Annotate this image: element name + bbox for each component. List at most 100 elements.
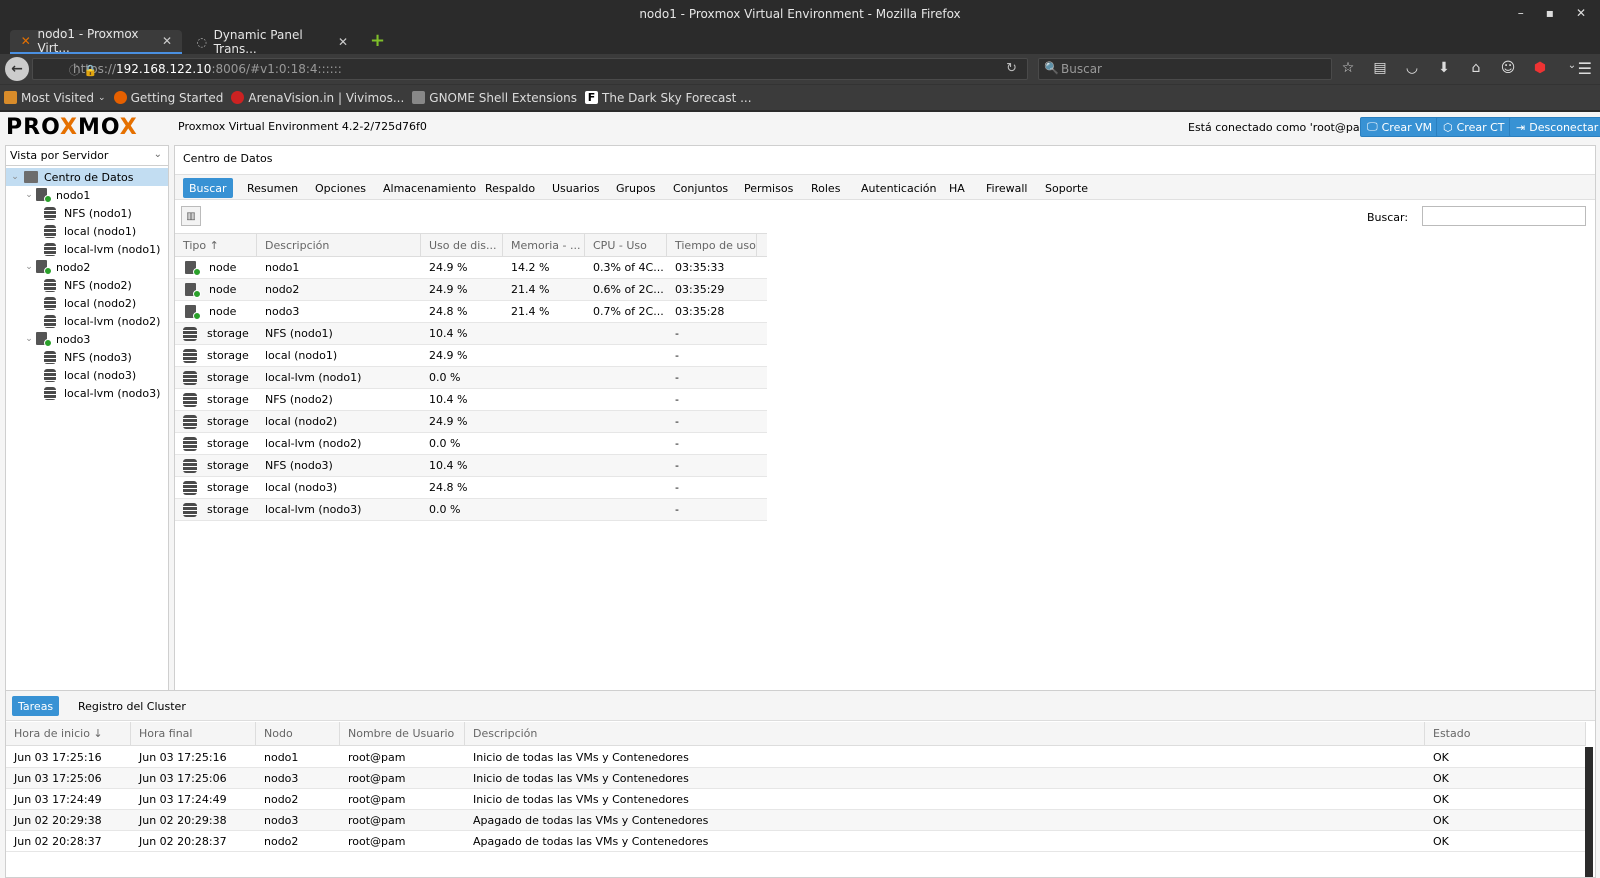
task-row[interactable]: Jun 03 17:25:06 Jun 03 17:25:06 nodo3 root@… (6, 768, 1586, 789)
bookmark-gnome-extensions[interactable]: GNOME Shell Extensions (412, 91, 577, 105)
download-icon[interactable]: ⬇ (1436, 60, 1452, 76)
column-header-disk[interactable]: Uso de dis... (421, 234, 503, 256)
table-row[interactable]: storage NFS (nodo2) 10.4 % - (175, 389, 767, 411)
table-row[interactable]: node nodo3 24.8 % 21.4 % 0.7% of 2C... 03:35:… (175, 301, 767, 323)
tab-2[interactable]: Opciones (309, 178, 372, 198)
tab-6[interactable]: Grupos (610, 178, 661, 198)
column-header-uptime[interactable]: Tiempo de uso (667, 234, 757, 256)
bookmark-getting-started[interactable]: Getting Started (113, 91, 223, 105)
tree-item-node[interactable]: ⌄ nodo3 (6, 330, 168, 348)
reading-list-icon[interactable]: ▤ (1372, 60, 1388, 76)
expand-toggle-icon[interactable]: ⌄ (24, 262, 34, 272)
close-tab-icon[interactable]: ✕ (162, 34, 172, 48)
column-header-description[interactable]: Descripción (257, 234, 421, 256)
create-vm-button[interactable]: 🖵 Crear VM (1360, 117, 1440, 137)
table-row[interactable]: node nodo2 24.9 % 21.4 % 0.6% of 2C... 03:35:… (175, 279, 767, 301)
tree-item-node[interactable]: ⌄ nodo2 (6, 258, 168, 276)
tree-item-storage[interactable]: NFS (nodo3) (6, 348, 168, 366)
table-row[interactable]: storage local (nodo3) 24.8 % - (175, 477, 767, 499)
task-row[interactable]: Jun 02 20:28:37 Jun 02 20:28:37 nodo2 root@… (6, 831, 1586, 852)
tab-0[interactable]: Buscar (183, 178, 233, 198)
tab-11[interactable]: HA (943, 178, 971, 198)
expand-toggle-icon[interactable]: ⌄ (10, 172, 20, 182)
darksky-icon: F (585, 91, 599, 104)
maximize-icon[interactable]: ▪ (1546, 6, 1554, 20)
task-row[interactable]: Jun 03 17:25:16 Jun 03 17:25:16 nodo1 root@… (6, 747, 1586, 768)
minimize-icon[interactable]: – (1518, 6, 1524, 20)
tree-item-storage[interactable]: local (nodo2) (6, 294, 168, 312)
expand-toggle-icon[interactable]: ⌄ (24, 334, 34, 344)
tree-item-storage[interactable]: NFS (nodo2) (6, 276, 168, 294)
home-icon[interactable]: ⌂ (1468, 60, 1484, 76)
column-header-user[interactable]: Nombre de Usuario (340, 722, 465, 745)
column-header-start[interactable]: Hora de inicio ↓ (6, 722, 131, 745)
url-bar[interactable]: ⓘ 🔒 https://192.168.122.10:8006/#v1:0:18… (32, 58, 1028, 80)
table-row[interactable]: storage NFS (nodo3) 10.4 % - (175, 455, 767, 477)
task-row[interactable]: Jun 03 17:24:49 Jun 03 17:24:49 nodo2 root@… (6, 789, 1586, 810)
table-row[interactable]: storage local-lvm (nodo2) 0.0 % - (175, 433, 767, 455)
column-header-memory[interactable]: Memoria - ... (503, 234, 585, 256)
search-input[interactable] (1422, 206, 1586, 226)
back-icon[interactable]: ← (5, 57, 29, 81)
close-tab-icon[interactable]: ✕ (338, 35, 348, 49)
table-row[interactable]: storage local (nodo2) 24.9 % - (175, 411, 767, 433)
tab-13[interactable]: Soporte (1039, 178, 1094, 198)
logout-button[interactable]: ⇥ Desconectar (1509, 117, 1600, 137)
task-cell-node: nodo3 (264, 813, 299, 827)
bookmark-star-icon[interactable]: ☆ (1340, 60, 1356, 76)
browser-tab-proxmox[interactable]: ✕ nodo1 - Proxmox Virt... ✕ (10, 27, 182, 55)
cell-uptime: - (675, 393, 679, 406)
tree-item-storage[interactable]: local-lvm (nodo3) (6, 384, 168, 402)
tab-8[interactable]: Permisos (738, 178, 799, 198)
new-tab-icon[interactable]: + (370, 30, 385, 51)
tree-item-storage[interactable]: NFS (nodo1) (6, 204, 168, 222)
tab-7[interactable]: Conjuntos (667, 178, 734, 198)
menu-icon[interactable]: ☰ (1578, 59, 1592, 78)
bookmark-most-visited[interactable]: Most Visited ⌄ (4, 91, 106, 105)
browser-tab-dynamic-panel[interactable]: ◌ Dynamic Panel Trans... ✕ (186, 28, 358, 56)
tree-item-datacenter[interactable]: ⌄ Centro de Datos (6, 168, 168, 186)
pocket-icon[interactable]: ◡ (1404, 60, 1420, 76)
column-header-status[interactable]: Estado (1425, 722, 1586, 745)
chat-icon[interactable]: ☺ (1500, 60, 1516, 76)
table-row[interactable]: storage local-lvm (nodo3) 0.0 % - (175, 499, 767, 521)
column-header-task-description[interactable]: Descripción (465, 722, 1425, 745)
tab-3[interactable]: Almacenamiento (377, 178, 482, 198)
columns-icon[interactable]: ▥ (181, 206, 201, 226)
tree-item-storage[interactable]: local (nodo3) (6, 366, 168, 384)
column-header-node[interactable]: Nodo (256, 722, 340, 745)
tab-10[interactable]: Autenticación (855, 178, 943, 198)
tab-1[interactable]: Resumen (241, 178, 304, 198)
tree-item-storage[interactable]: local-lvm (nodo1) (6, 240, 168, 258)
expand-toggle-icon[interactable]: ⌄ (24, 190, 34, 200)
browser-search-bar[interactable]: 🔍 Buscar (1038, 58, 1332, 80)
close-window-icon[interactable]: ✕ (1576, 6, 1586, 20)
tab-tasks[interactable]: Tareas (12, 696, 60, 716)
tab-4[interactable]: Respaldo (479, 178, 541, 198)
view-selector[interactable]: Vista por Servidor ⌄ (6, 146, 168, 166)
tab-5[interactable]: Usuarios (546, 178, 606, 198)
task-cell-end: Jun 02 20:28:37 (139, 834, 227, 848)
column-header-cpu[interactable]: CPU - Uso (585, 234, 667, 256)
tree-item-storage[interactable]: local (nodo1) (6, 222, 168, 240)
table-row[interactable]: node nodo1 24.9 % 14.2 % 0.3% of 4C... 03:35:… (175, 257, 767, 279)
tasks-scrollbar[interactable] (1585, 747, 1593, 877)
column-header-type[interactable]: Tipo ↑ (175, 234, 257, 256)
adblock-icon[interactable]: ⬢ (1532, 60, 1548, 76)
task-row[interactable]: Jun 02 20:29:38 Jun 02 20:29:38 nodo3 root@… (6, 810, 1586, 831)
create-ct-button[interactable]: ⬡ Crear CT (1436, 117, 1512, 137)
table-row[interactable]: storage local (nodo1) 24.9 % - (175, 345, 767, 367)
tab-cluster-log[interactable]: Registro del Cluster (72, 696, 192, 716)
reload-icon[interactable]: ↻ (1006, 61, 1017, 76)
tab-9[interactable]: Roles (805, 178, 846, 198)
tab-12[interactable]: Firewall (980, 178, 1033, 198)
bookmark-dark-sky[interactable]: F The Dark Sky Forecast ... (585, 91, 752, 105)
column-header-end[interactable]: Hora final (131, 722, 256, 745)
scrollbar-thumb[interactable] (1585, 747, 1593, 877)
table-row[interactable]: storage local-lvm (nodo1) 0.0 % - (175, 367, 767, 389)
bookmark-arenavision[interactable]: ArenaVision.in | Vivimos... (231, 91, 404, 105)
table-row[interactable]: storage NFS (nodo1) 10.4 % - (175, 323, 767, 345)
tree-item-node[interactable]: ⌄ nodo1 (6, 186, 168, 204)
tree-item-storage[interactable]: local-lvm (nodo2) (6, 312, 168, 330)
site-info-icon[interactable]: ⓘ 🔒 (69, 62, 97, 78)
